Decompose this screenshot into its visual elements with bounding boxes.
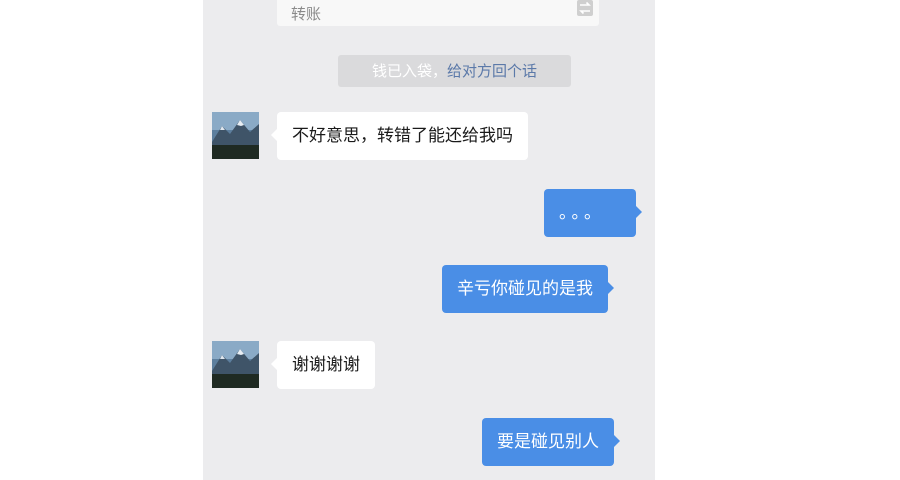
notice-text: 钱已入袋， — [371, 62, 447, 80]
transfer-icon — [577, 0, 593, 16]
message-bubble-incoming[interactable]: 谢谢谢谢 — [271, 341, 375, 389]
mountain-avatar-image — [212, 112, 259, 159]
transfer-card[interactable]: 转账 — [277, 0, 599, 26]
message-bubble-incoming[interactable]: 不好意思，转错了能还给我吗 — [271, 112, 528, 160]
system-notice: 钱已入袋，给对方回个话 — [338, 55, 571, 87]
message-bubble-outgoing[interactable]: 。。。 — [544, 189, 642, 237]
message-bubble-outgoing[interactable]: 要是碰见别人 — [482, 418, 620, 466]
reply-link[interactable]: 给对方回个话 — [447, 62, 537, 80]
chat-screen: 转账 钱已入袋，给对方回个话 不好意思，转错了能还给我吗 。。。 辛亏你碰见的是… — [203, 0, 655, 480]
avatar[interactable] — [212, 112, 259, 159]
message-bubble-outgoing[interactable]: 辛亏你碰见的是我 — [442, 265, 614, 313]
mountain-avatar-image — [212, 341, 259, 388]
avatar[interactable] — [212, 341, 259, 388]
transfer-label: 转账 — [291, 5, 322, 23]
